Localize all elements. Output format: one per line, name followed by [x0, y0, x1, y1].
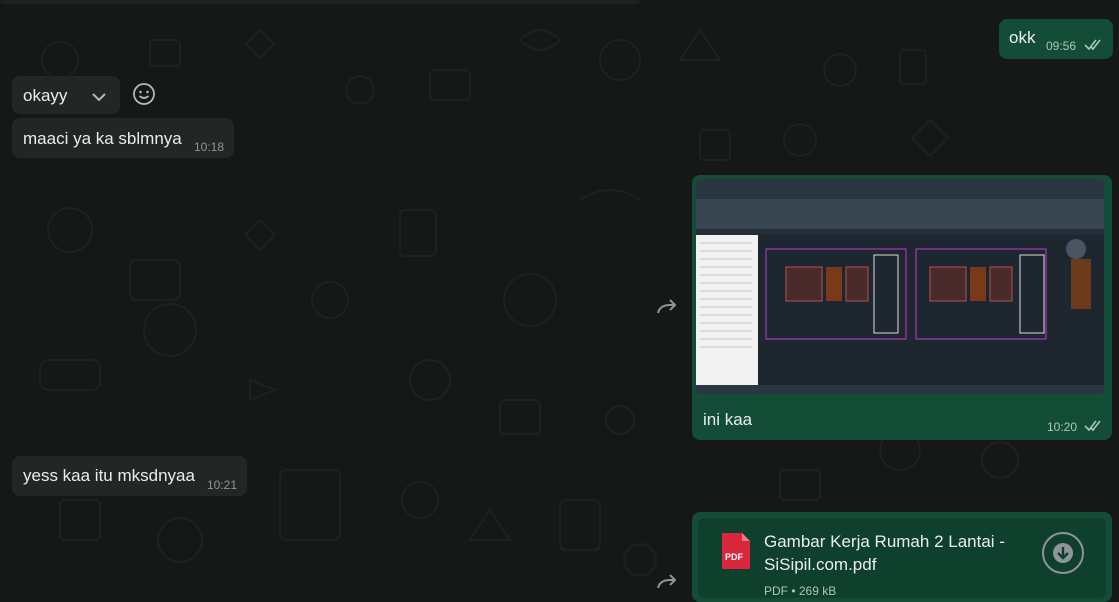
file-name-line2: SiSipil.com.pdf: [764, 555, 877, 574]
message-outgoing-document[interactable]: PDF Gambar Kerja Rumah 2 Lantai - SiSipi…: [692, 512, 1112, 602]
file-meta: PDF • 269 kB: [764, 584, 837, 598]
download-button[interactable]: [1042, 532, 1084, 574]
message-incoming-okayy[interactable]: okayy: [12, 76, 120, 114]
chevron-down-icon[interactable]: [92, 92, 106, 102]
message-text: yess kaa itu mksdnyaa: [23, 466, 195, 485]
message-text: maaci ya ka sblmnya: [23, 129, 182, 148]
message-text: okk: [1009, 28, 1036, 47]
message-time: 10:20: [1047, 420, 1078, 434]
message-time: 10:18: [194, 140, 225, 154]
top-divider: [0, 0, 640, 4]
pdf-file-icon: [722, 533, 750, 569]
download-icon: [1053, 543, 1073, 563]
message-text: okayy: [23, 86, 68, 105]
image-caption: ini kaa: [703, 410, 753, 429]
message-incoming-yess[interactable]: yess kaa itu mksdnyaa 10:21: [12, 456, 247, 496]
message-outgoing-image[interactable]: ini kaa 10:20: [692, 175, 1112, 440]
message-time: 09:56: [1046, 39, 1077, 53]
message-time: 10:21: [207, 478, 238, 492]
forward-icon[interactable]: [656, 572, 680, 592]
message-incoming-maaci[interactable]: maaci ya ka sblmnya 10:18: [12, 118, 234, 158]
double-check-icon: [1084, 420, 1101, 432]
file-name-line1: Gambar Kerja Rumah 2 Lantai -: [764, 532, 1005, 551]
forward-icon[interactable]: [656, 297, 680, 317]
pdf-badge: PDF: [725, 552, 743, 562]
double-check-icon: [1084, 39, 1101, 51]
message-outgoing-okk[interactable]: okk 09:56: [999, 19, 1113, 59]
emoji-icon[interactable]: [132, 82, 156, 106]
image-thumbnail[interactable]: [696, 179, 1104, 394]
cad-screenshot-image: [696, 179, 1104, 394]
